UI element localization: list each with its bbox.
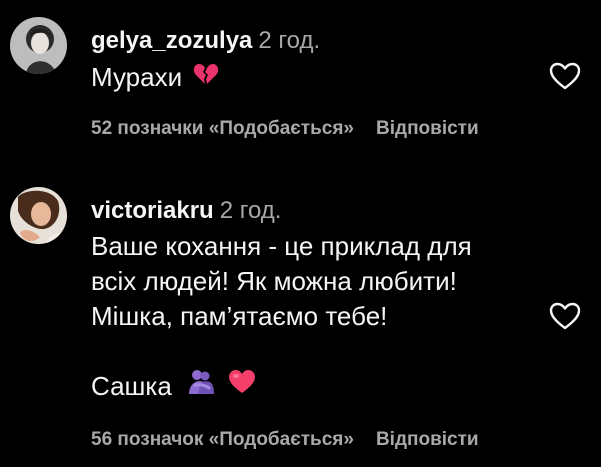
comment-item: victoriakru 2 год. Ваше кохання - це прик…: [0, 170, 601, 467]
comment-text: Ваше кохання - це приклад для всіх людей…: [91, 229, 472, 404]
heart-outline-icon: [549, 302, 581, 330]
avatar-photo: [10, 17, 67, 74]
comment-actions: 56 позначок «Подобається» Відповісти: [91, 428, 479, 452]
like-heart-button[interactable]: [548, 60, 582, 94]
likes-count-link[interactable]: 52 позначки «Подобається»: [91, 118, 354, 139]
comment-text-line: [91, 334, 472, 369]
comment-signature-text: Сашка: [91, 371, 172, 401]
broken-heart-icon: [193, 60, 219, 95]
timestamp[interactable]: 2 год.: [258, 27, 320, 54]
people-hugging-icon: [187, 368, 215, 405]
comment-text-line: Мурахи: [91, 62, 183, 92]
pink-heart-icon: [228, 369, 256, 404]
like-heart-button[interactable]: [548, 300, 582, 334]
comment-text-line: всіх людей! Як можна любити!: [91, 266, 457, 296]
comment-text: Мурахи: [91, 60, 219, 95]
timestamp[interactable]: 2 год.: [220, 197, 282, 224]
reply-button[interactable]: Відповісти: [376, 429, 479, 450]
username-link[interactable]: victoriakru: [91, 197, 214, 224]
comment-actions: 52 позначки «Подобається» Відповісти: [91, 117, 479, 141]
reply-button[interactable]: Відповісти: [376, 118, 479, 139]
avatar[interactable]: [10, 187, 67, 244]
likes-count-link[interactable]: 56 позначок «Подобається»: [91, 429, 354, 450]
comment-header: victoriakru 2 год.: [91, 197, 281, 225]
comment-header: gelya_zozulya 2 год.: [91, 27, 320, 55]
comment-text-line: Мішка, пам’ятаємо тебе!: [91, 301, 388, 331]
comment-text-line: Ваше кохання - це приклад для: [91, 231, 472, 261]
username-link[interactable]: gelya_zozulya: [91, 27, 252, 54]
comment-item: gelya_zozulya 2 год. Мурахи 52 позначки «…: [0, 0, 601, 150]
avatar[interactable]: [10, 17, 67, 74]
heart-outline-icon: [549, 62, 581, 90]
avatar-photo: [10, 187, 67, 244]
comment-text-line-signature: Сашка: [91, 369, 472, 404]
